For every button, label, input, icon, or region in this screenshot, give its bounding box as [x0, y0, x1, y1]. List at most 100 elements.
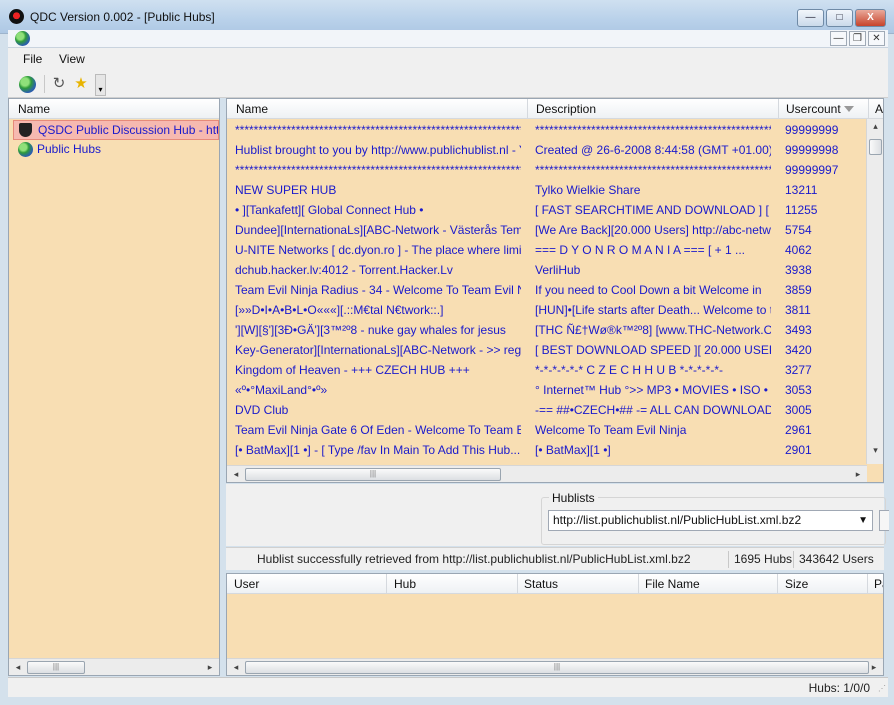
chevron-down-icon[interactable]: ▼ [858, 511, 868, 530]
column-status[interactable]: Status [524, 577, 558, 591]
column-file-name[interactable]: File Name [645, 577, 700, 591]
hub-row[interactable]: Key-Generator][InternationaLs][ABC-Netwo… [227, 340, 883, 360]
hub-description-cell: ****************************************… [535, 163, 771, 177]
hub-usercount-cell: 2901 [785, 443, 812, 457]
hub-usercount-cell: 3859 [785, 283, 812, 297]
column-usercount[interactable]: Usercount [786, 102, 841, 116]
hub-usercount-cell: 3811 [785, 303, 811, 317]
minimize-button[interactable]: — [797, 9, 824, 27]
column-a[interactable]: A [875, 102, 883, 116]
hub-row[interactable]: Team Evil Ninja Gate 6 Of Eden - Welcome… [227, 420, 883, 440]
column-separator[interactable] [517, 574, 518, 594]
scroll-thumb[interactable] [869, 139, 882, 155]
hub-name-cell: '][W][§'][3Ð•GÄ'][3™²º8 - nuke gay whale… [235, 323, 506, 337]
hub-row[interactable]: [»»D•I•A•B•L•O«««][.::M€tal N€twork::.] [… [227, 300, 883, 320]
hub-name-cell: • ][Tankafett][ Global Connect Hub • [235, 203, 424, 217]
tree-item-qsdc[interactable]: QSDC Public Discussion Hub - http:// [13, 120, 219, 140]
star-icon: ★ [74, 75, 88, 92]
scroll-left-arrow[interactable]: ◂ [229, 468, 243, 481]
hub-description-cell: If you need to Cool Down a bit Welcome i… [535, 283, 762, 297]
hub-row[interactable]: dchub.hacker.lv:4012 - Torrent.Hacker.Lv… [227, 260, 883, 280]
column-name[interactable]: Name [236, 102, 268, 116]
tree-column-header[interactable]: Name [9, 99, 219, 119]
scroll-down-arrow[interactable]: ▾ [869, 445, 882, 459]
scroll-right-arrow[interactable]: ▸ [203, 661, 217, 674]
tree-item-public-hubs[interactable]: Public Hubs [13, 140, 219, 160]
menu-view[interactable]: View [59, 52, 85, 66]
mdi-restore-button[interactable]: ❐ [849, 31, 866, 46]
hub-row[interactable]: DVD Club -== ##•CZECH•## -= ALL CAN DOWNL… [227, 400, 883, 420]
column-separator[interactable] [638, 574, 639, 594]
hub-description-cell: [ FAST SEARCHTIME AND DOWNLOAD ] [ C... [535, 203, 771, 217]
close-button[interactable]: X [855, 9, 886, 27]
scroll-left-arrow[interactable]: ◂ [11, 661, 25, 674]
scroll-thumb[interactable]: ||| [245, 661, 869, 674]
hub-row[interactable]: NEW SUPER HUB Tylko Wielkie Share 13211 [227, 180, 883, 200]
scroll-up-arrow[interactable]: ▴ [869, 121, 882, 135]
hub-row[interactable]: U-NITE Networks [ dc.dyon.ro ] - The pla… [227, 240, 883, 260]
hub-row[interactable]: ****************************************… [227, 120, 883, 140]
resize-grip-icon[interactable]: ⋰ [878, 684, 886, 693]
hub-usercount-cell: 11255 [785, 203, 818, 217]
hub-tree-pane: Name QSDC Public Discussion Hub - http:/… [8, 98, 220, 676]
column-hub[interactable]: Hub [394, 577, 416, 591]
hub-row[interactable]: Dundee][InternationaLs][ABC-Network - Vä… [227, 220, 883, 240]
hub-name-cell: Dundee][InternationaLs][ABC-Network - Vä… [235, 223, 521, 237]
maximize-button[interactable]: □ [826, 9, 853, 27]
hub-name-cell: dchub.hacker.lv:4012 - Torrent.Hacker.Lv [235, 263, 453, 277]
hub-row[interactable]: «º•°MaxiLand°•º» ° Internet™ Hub °>> MP3 … [227, 380, 883, 400]
column-separator[interactable] [386, 574, 387, 594]
column-path[interactable]: Pa [874, 577, 883, 591]
scroll-left-arrow[interactable]: ◂ [229, 661, 243, 674]
column-separator[interactable] [867, 574, 868, 594]
toolbar-overflow-button[interactable]: ▾ [95, 74, 106, 96]
hub-description-cell: Created @ 26-6-2008 8:44:58 (GMT +01.00)… [535, 143, 771, 157]
column-user[interactable]: User [234, 577, 259, 591]
refresh-button[interactable]: ↻ [48, 74, 70, 94]
column-size[interactable]: Size [785, 577, 808, 591]
mdi-minimize-button[interactable]: — [830, 31, 847, 46]
mdi-close-button[interactable]: ✕ [868, 31, 885, 46]
hub-usercount-cell: 3005 [785, 403, 812, 417]
transfers-horizontal-scrollbar[interactable]: ◂ ||| ▸ [227, 658, 883, 675]
toolbar-separator [44, 75, 45, 93]
toolbar: ↻ ★ ▾ [8, 70, 888, 98]
hub-usercount-cell: 99999999 [785, 123, 839, 137]
column-separator[interactable] [778, 99, 779, 119]
column-name-label: Name [18, 102, 51, 116]
scroll-thumb[interactable]: ||| [27, 661, 85, 674]
scroll-thumb[interactable]: ||| [245, 468, 501, 481]
favorites-button[interactable]: ★ [70, 74, 92, 94]
hublist-select[interactable]: http://list.publichublist.nl/PublicHubLi… [548, 510, 873, 531]
hub-usercount-cell: 3493 [785, 323, 812, 337]
hub-vertical-scrollbar[interactable]: ▴ ▾ [866, 119, 883, 464]
hub-horizontal-scrollbar[interactable]: ◂ ||| ▸ [227, 465, 867, 482]
hub-row[interactable]: '][W][§'][3Ð•GÄ'][3™²º8 - nuke gay whale… [227, 320, 883, 340]
hub-description-cell: ° Internet™ Hub °>> MP3 • MOVIES • ISO •… [535, 383, 771, 397]
column-separator[interactable] [527, 99, 528, 119]
hub-row[interactable]: [• BatMax][1 •] - [ Type /fav In Main To… [227, 440, 883, 460]
tree-horizontal-scrollbar[interactable]: ◂ ||| ▸ [9, 658, 219, 675]
hub-row[interactable]: Team Evil Ninja Radius - 34 - Welcome To… [227, 280, 883, 300]
transfers-header: User Hub Status File Name Size Pa [227, 574, 883, 594]
hub-usercount-cell: 3938 [785, 263, 812, 277]
hub-description-cell: -== ##•CZECH•## -= ALL CAN DOWNLOAD ... [535, 403, 771, 417]
menu-file[interactable]: File [23, 52, 42, 66]
hub-row[interactable]: ****************************************… [227, 160, 883, 180]
column-separator[interactable] [777, 574, 778, 594]
hub-row[interactable]: Kingdom of Heaven - +++ CZECH HUB +++ *-*… [227, 360, 883, 380]
hub-name-cell: [»»D•I•A•B•L•O«««][.::M€tal N€twork::.] [235, 303, 444, 317]
hub-row[interactable]: Hublist brought to you by http://www.pub… [227, 140, 883, 160]
hub-row[interactable]: • ][Tankafett][ Global Connect Hub • [ FA… [227, 200, 883, 220]
hublist-configure-button[interactable] [879, 510, 889, 531]
window-title: QDC Version 0.002 - [Public Hubs] [30, 10, 215, 24]
public-hubs-button[interactable] [16, 74, 38, 94]
globe-icon [18, 76, 36, 93]
column-description[interactable]: Description [536, 102, 596, 116]
transfers-pane: User Hub Status File Name Size Pa ◂ ||| … [226, 573, 884, 676]
hublists-label: Hublists [549, 491, 598, 505]
column-separator[interactable] [868, 99, 869, 119]
scroll-right-arrow[interactable]: ▸ [867, 661, 881, 674]
scroll-right-arrow[interactable]: ▸ [851, 468, 865, 481]
hub-description-cell: *-*-*-*-*-* C Z E C H H U B *-*-*-*-*- [535, 363, 724, 377]
